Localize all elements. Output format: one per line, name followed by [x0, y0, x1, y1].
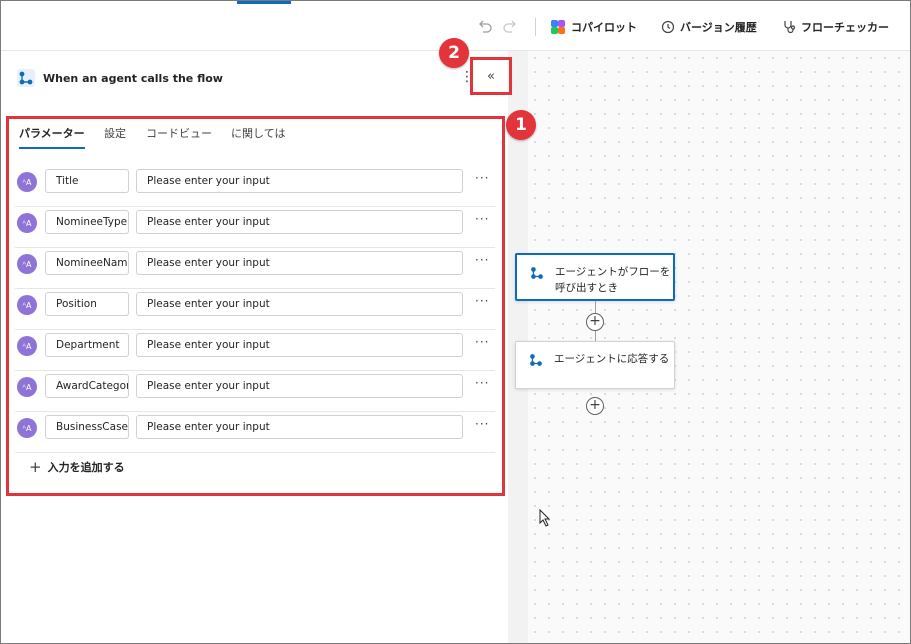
history-icon	[661, 20, 675, 34]
agent-flow-icon	[17, 69, 35, 87]
copilot-button[interactable]: コパイロット	[550, 18, 637, 36]
add-step-button[interactable]: +	[586, 313, 604, 331]
undo-icon[interactable]	[477, 18, 493, 34]
copilot-label: コパイロット	[571, 21, 637, 34]
flow-checker-button[interactable]: フローチェッカー	[782, 18, 889, 36]
version-history-button[interactable]: バージョン履歴	[661, 18, 757, 36]
callout-highlight-1	[6, 116, 505, 496]
node-label: エージェントに応答する	[554, 353, 670, 365]
active-tab-indicator	[237, 1, 291, 4]
mouse-cursor-icon	[539, 509, 551, 527]
flow-checker-label: フローチェッカー	[801, 21, 889, 34]
callout-badge-2: 2	[439, 38, 469, 68]
stethoscope-icon	[784, 21, 796, 34]
app-window: コパイロット バージョン履歴 フローチェッカー When an agent ca…	[0, 0, 911, 644]
version-history-label: バージョン履歴	[680, 21, 757, 34]
panel-header: When an agent calls the flow ⋮	[17, 69, 497, 89]
callout-badge-1: 1	[506, 110, 536, 140]
agent-flow-icon	[531, 267, 543, 279]
connector-line	[595, 301, 596, 313]
add-step-button[interactable]: +	[586, 397, 604, 415]
copilot-icon	[551, 20, 565, 34]
agent-flow-icon	[530, 354, 542, 366]
callout-highlight-2	[470, 57, 512, 95]
toolbar-divider	[535, 18, 536, 36]
redo-icon[interactable]	[502, 18, 518, 34]
node-label: エージェントがフローを呼び出すとき	[555, 266, 671, 294]
trigger-node[interactable]: エージェントがフローを呼び出すとき	[515, 253, 675, 301]
respond-node[interactable]: エージェントに応答する	[515, 341, 675, 389]
panel-title: When an agent calls the flow	[43, 72, 223, 85]
connector-line	[595, 331, 596, 341]
